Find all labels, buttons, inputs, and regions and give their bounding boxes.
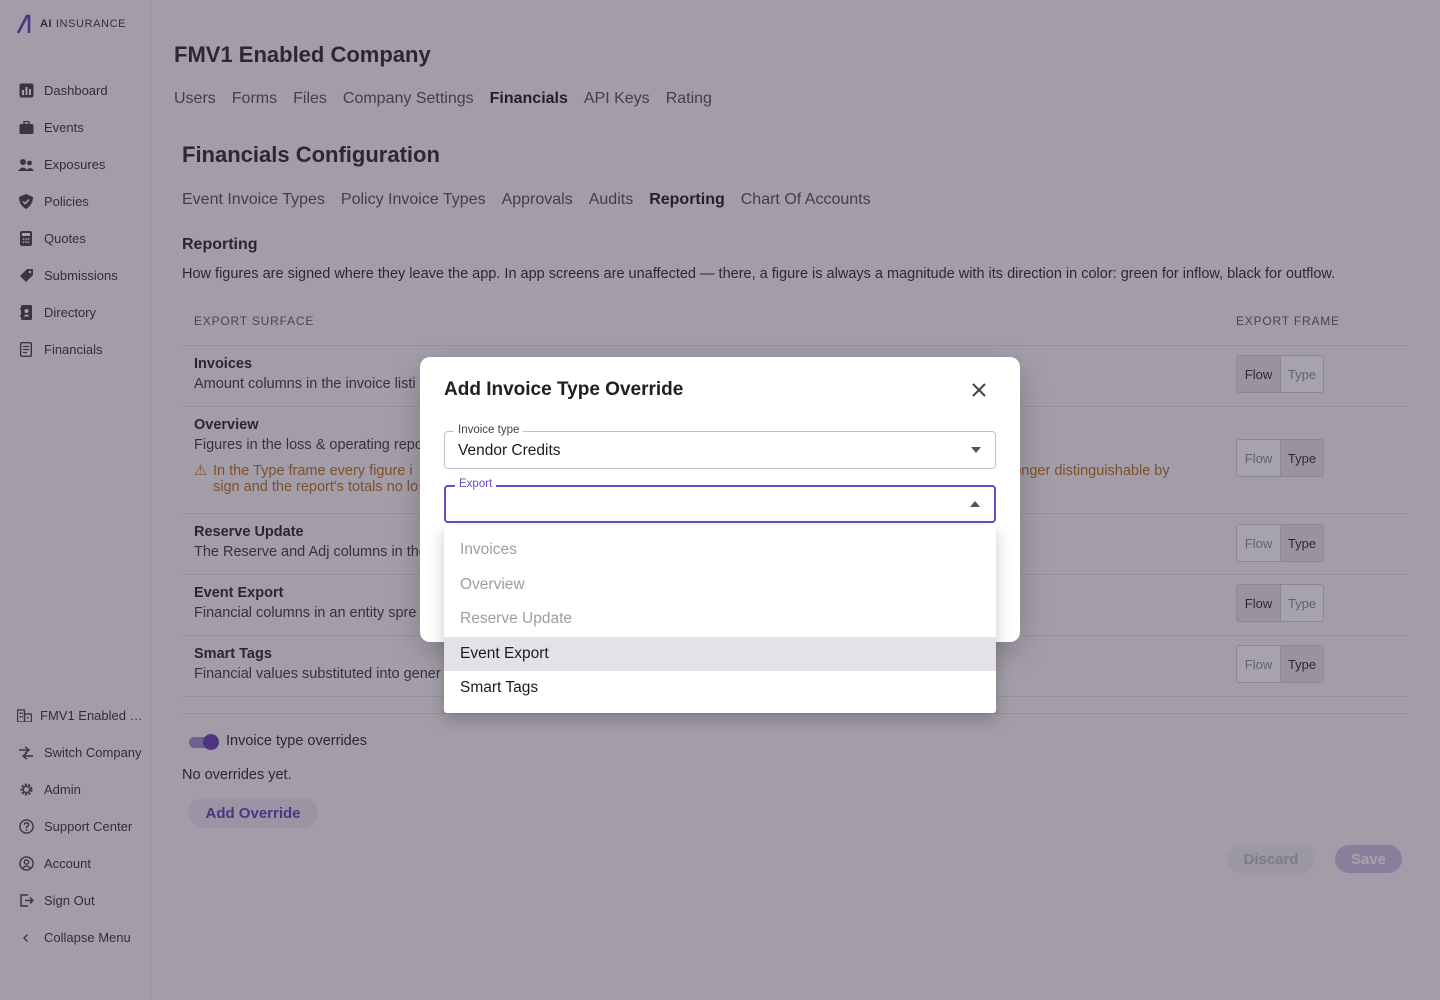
option-event-export[interactable]: Event Export (444, 636, 996, 671)
close-button[interactable] (968, 379, 990, 401)
invoice-type-select[interactable]: Invoice type Vendor Credits (444, 424, 996, 469)
option-smart-tags[interactable]: Smart Tags (444, 671, 996, 706)
close-icon (972, 383, 986, 397)
caret-up-icon (970, 501, 980, 507)
field-label: Invoice type (454, 424, 524, 436)
caret-down-icon (971, 447, 981, 453)
option-overview: Overview (460, 575, 525, 593)
field-value: Vendor Credits (458, 442, 561, 459)
export-options-menu: Invoices Overview Reserve Update Event E… (444, 525, 996, 713)
option-reserve-update: Reserve Update (460, 610, 573, 628)
dialog-title: Add Invoice Type Override (444, 379, 684, 400)
option-invoices: Invoices (460, 541, 517, 559)
export-select[interactable]: Export (444, 478, 996, 523)
field-label: Export (455, 478, 497, 490)
